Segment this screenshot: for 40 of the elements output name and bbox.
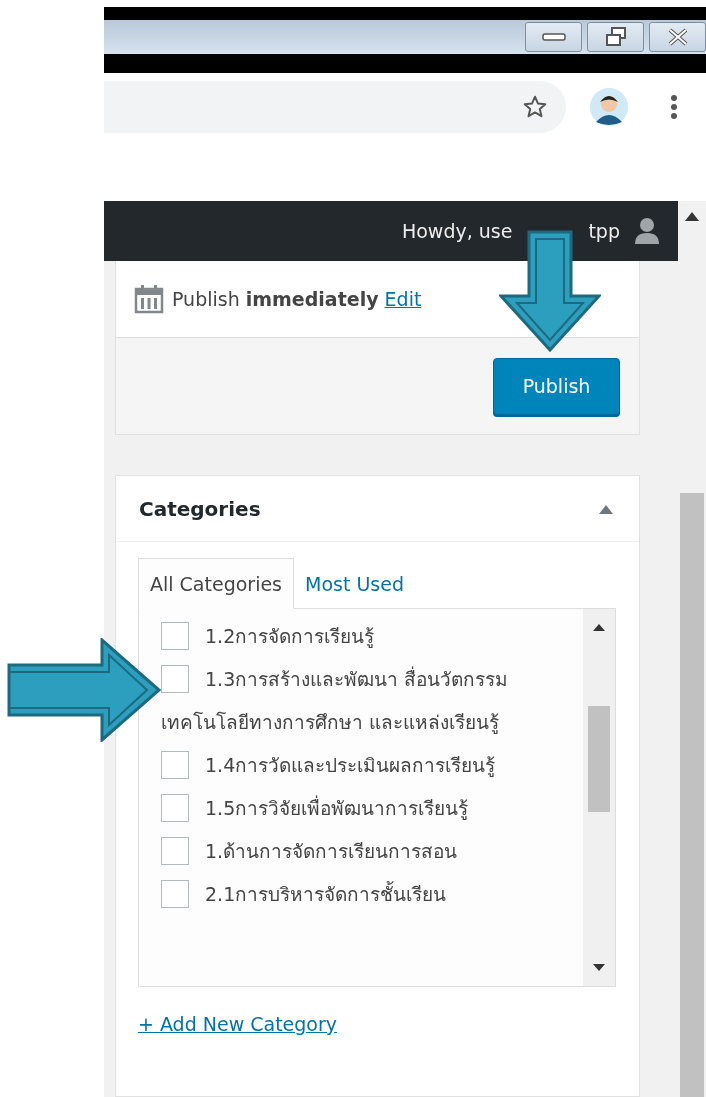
category-label[interactable]: 1.3การสร้างและพัฒนา สื่อนวัตกรรม เทคโนโลยีทางการศึกษา และแหล่งเรียนรู้ <box>161 658 563 744</box>
category-checkbox[interactable] <box>161 794 189 822</box>
scroll-up-icon[interactable] <box>685 211 699 221</box>
minimize-button[interactable] <box>525 21 582 52</box>
close-button[interactable] <box>649 21 706 52</box>
list-scrollbar[interactable] <box>583 609 615 986</box>
bookmark-star-icon[interactable] <box>522 94 548 120</box>
minimize-icon[interactable] <box>541 31 566 42</box>
publish-status-text: Publish immediately <box>172 288 379 310</box>
greeting-text[interactable]: Howdy, use <box>401 220 513 242</box>
category-checkbox[interactable] <box>161 665 189 693</box>
category-label[interactable]: 1.2การจัดการเรียนรู้ <box>161 615 563 658</box>
restore-icon[interactable] <box>603 25 628 48</box>
calendar-icon <box>134 284 164 314</box>
scrollbar-thumb[interactable] <box>680 493 704 1097</box>
close-icon[interactable] <box>666 27 689 46</box>
category-checkbox[interactable] <box>161 837 189 865</box>
add-category-link[interactable]: + Add New Category <box>138 1013 338 1035</box>
publish-button[interactable]: Publish <box>493 357 620 415</box>
restore-button[interactable] <box>587 21 644 52</box>
category-tab[interactable]: All Categories <box>138 558 294 609</box>
collapse-toggle-icon[interactable] <box>599 503 613 514</box>
categories-title: Categories <box>139 496 261 521</box>
category-checkbox[interactable] <box>161 751 189 779</box>
username-text[interactable]: tpp <box>588 220 620 242</box>
edit-link[interactable]: Edit <box>384 288 422 310</box>
scroll-down-icon[interactable] <box>593 964 605 972</box>
category-checkbox[interactable] <box>161 622 189 650</box>
category-checkbox[interactable] <box>161 880 189 908</box>
profile-avatar-icon[interactable] <box>590 88 628 126</box>
category-label[interactable]: 1.4การวัดและประเมินผลการเรียนรู้ <box>161 744 563 787</box>
user-icon[interactable] <box>634 217 660 245</box>
menu-icon[interactable] <box>670 94 678 120</box>
category-label[interactable]: 2.1การบริหารจัดการชั้นเรียน <box>161 873 563 916</box>
category-tab[interactable]: Most Used <box>294 558 415 609</box>
scrollbar-thumb[interactable] <box>588 706 610 812</box>
category-label[interactable]: 1.ด้านการจัดการเรียนการสอน <box>161 830 563 873</box>
page-scrollbar[interactable] <box>678 201 706 1097</box>
scroll-up-icon[interactable] <box>593 623 605 631</box>
category-label[interactable]: 1.5การวิจัยเพื่อพัฒนาการเรียนรู้ <box>161 787 563 830</box>
